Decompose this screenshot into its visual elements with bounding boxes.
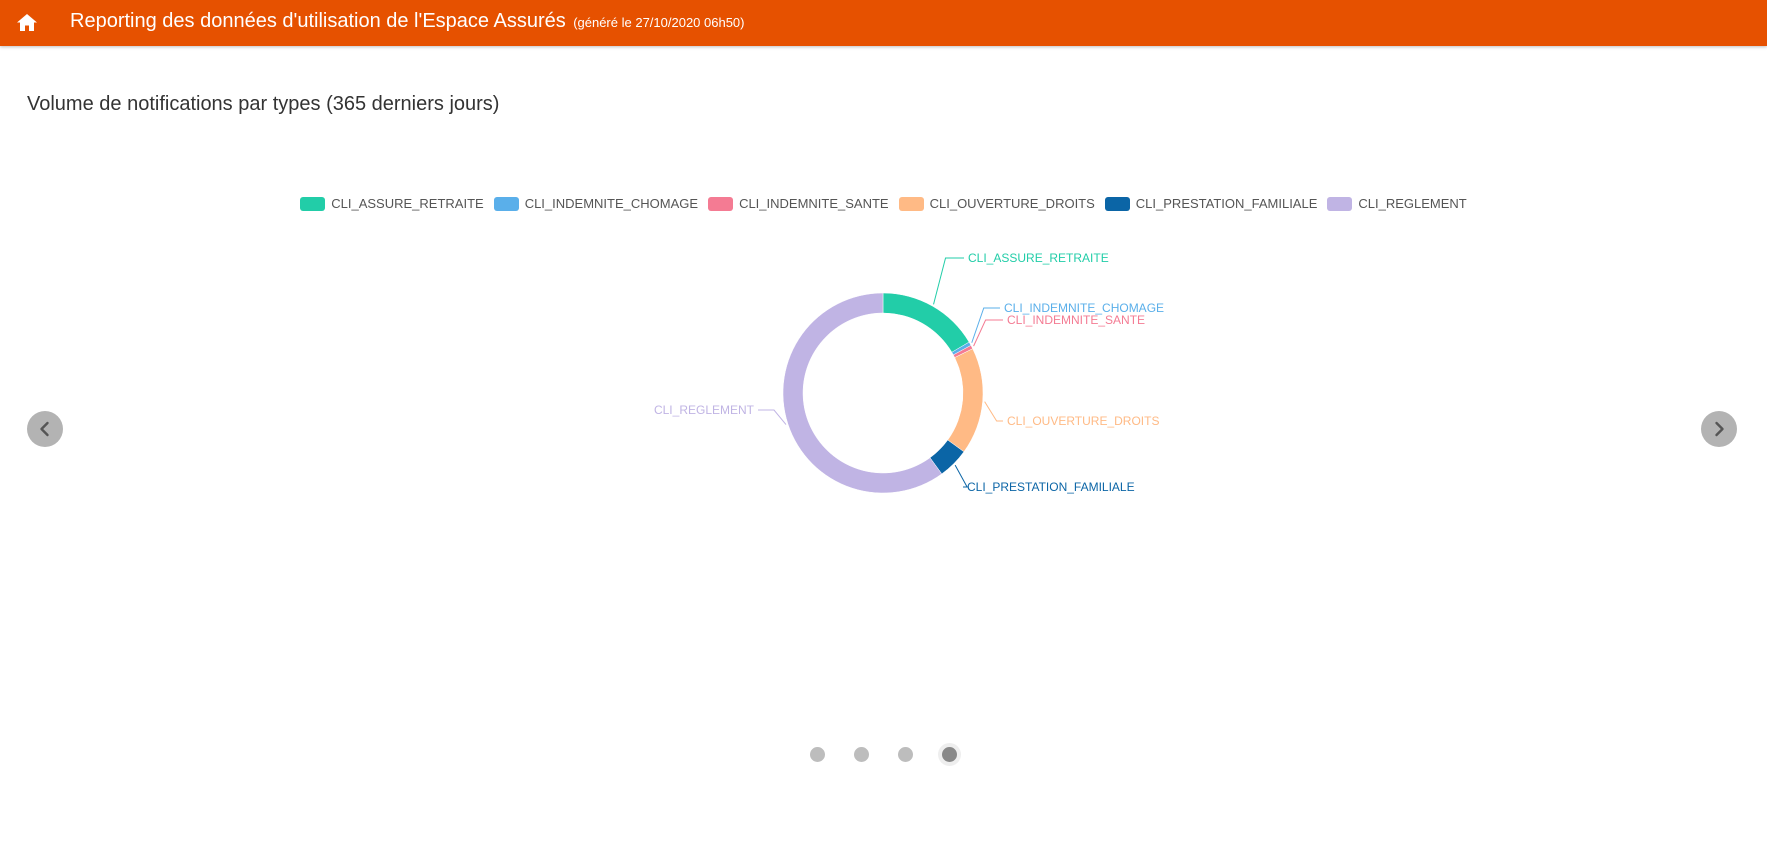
home-icon (17, 14, 37, 31)
chevron-left-icon (40, 421, 49, 437)
donut-label: CLI_REGLEMENT (654, 403, 755, 417)
donut-segment[interactable] (882, 292, 970, 353)
generation-date: (généré le 27/10/2020 06h50) (573, 15, 745, 30)
donut-chart: CLI_ASSURE_RETRAITECLI_INDEMNITE_CHOMAGE… (654, 251, 1164, 494)
carousel-next-button[interactable] (1701, 411, 1737, 447)
header-title: Reporting des données d'utilisation de l… (70, 10, 745, 33)
donut-segment[interactable] (782, 292, 943, 494)
donut-leader-line (954, 464, 968, 488)
donut-segment[interactable] (947, 348, 984, 453)
donut-leader-line (758, 409, 787, 425)
donut-leader-line (933, 257, 964, 305)
home-button[interactable] (13, 9, 41, 37)
carousel-dot[interactable] (810, 747, 825, 762)
carousel-prev-button[interactable] (27, 411, 63, 447)
carousel-pagination (0, 747, 1767, 762)
carousel-dot[interactable] (942, 747, 957, 762)
carousel-dot[interactable] (898, 747, 913, 762)
donut-label: CLI_ASSURE_RETRAITE (968, 251, 1109, 265)
chevron-right-icon (1715, 421, 1724, 437)
donut-leader-line (984, 401, 1003, 422)
donut-label: CLI_INDEMNITE_SANTE (1007, 313, 1145, 327)
donut-label: CLI_PRESTATION_FAMILIALE (967, 480, 1135, 494)
donut-label: CLI_OUVERTURE_DROITS (1007, 414, 1159, 428)
carousel-dot[interactable] (854, 747, 869, 762)
carousel-slide: Volume de notifications par types (365 d… (0, 46, 1767, 863)
app-header: Reporting des données d'utilisation de l… (0, 0, 1767, 46)
page-title: Reporting des données d'utilisation de l… (70, 10, 566, 32)
donut-leader-line (971, 307, 1000, 343)
